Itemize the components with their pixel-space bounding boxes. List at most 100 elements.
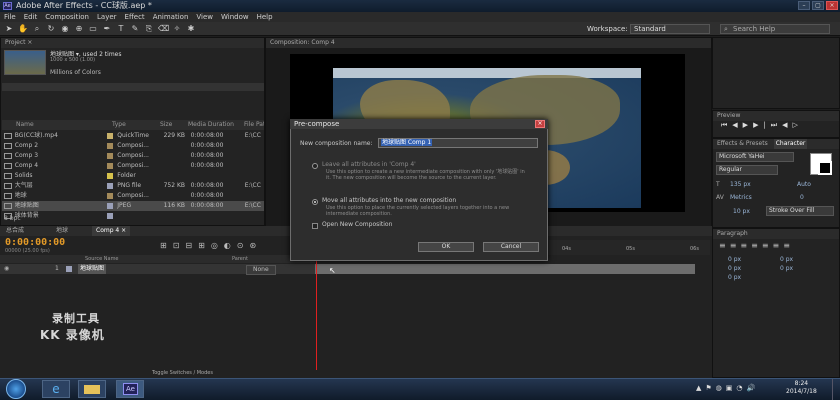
kerning-value[interactable]: Metrics <box>730 194 752 201</box>
timeline-switches[interactable]: ⊞⊡⊟⊞◎◐⊙⊛ <box>160 241 310 251</box>
rectangle-tool-icon[interactable]: ▭ <box>88 24 98 34</box>
workspace-select[interactable]: Standard <box>630 24 710 34</box>
timeline-tab-earth[interactable]: 地球 <box>52 226 72 236</box>
project-tab[interactable]: Project × <box>1 38 264 48</box>
ok-button[interactable]: OK <box>418 242 474 252</box>
item-label-color[interactable] <box>107 153 114 159</box>
layer-name[interactable]: 地球贴图 <box>78 264 107 274</box>
brush-tool-icon[interactable]: ✎ <box>130 24 140 34</box>
project-item-row[interactable]: Solids Folder <box>2 171 264 181</box>
layer-label-color[interactable] <box>66 266 72 272</box>
move-attributes-label[interactable]: Move all attributes into the new composi… <box>322 197 456 204</box>
item-label-color[interactable] <box>107 193 114 199</box>
pen-tool-icon[interactable]: ✒ <box>102 24 112 34</box>
stroke-width-value[interactable]: 10 px <box>733 208 750 215</box>
first-indent-value[interactable]: 0 px <box>728 274 741 281</box>
menu-effect[interactable]: Effect <box>125 12 145 22</box>
search-help-input[interactable]: Search Help <box>720 24 830 34</box>
item-label-color[interactable] <box>107 133 114 139</box>
col-media-duration[interactable]: Media Duration <box>188 120 244 130</box>
taskbar-explorer-icon[interactable] <box>78 380 106 398</box>
menu-edit[interactable]: Edit <box>24 12 38 22</box>
current-time-indicator[interactable] <box>316 255 317 370</box>
dialog-close-button[interactable]: × <box>535 120 545 128</box>
item-label-color[interactable] <box>107 163 114 169</box>
layer-parent-select[interactable]: None <box>246 265 276 275</box>
alignment-buttons[interactable]: ≡≡≡≡≡≡≡ <box>713 239 839 252</box>
open-new-composition-label[interactable]: Open New Composition <box>322 221 392 228</box>
open-new-composition-checkbox[interactable] <box>312 223 318 229</box>
cancel-button[interactable]: Cancel <box>483 242 539 252</box>
layer-row[interactable]: ◉ 1 地球贴图 None <box>0 264 315 275</box>
col-parent[interactable]: Parent <box>232 255 248 263</box>
zoom-tool-icon[interactable]: ⌕ <box>32 24 42 34</box>
leave-attributes-label[interactable]: Leave all attributes in 'Comp 4' <box>322 161 416 168</box>
paragraph-tab[interactable]: Paragraph <box>713 229 839 239</box>
taskbar-aftereffects-button[interactable]: Ae <box>116 380 144 398</box>
rotate-tool-icon[interactable]: ↻ <box>46 24 56 34</box>
item-label-color[interactable] <box>107 143 114 149</box>
col-name[interactable]: Name <box>2 120 112 130</box>
indent-right-value[interactable]: 0 px <box>780 256 793 263</box>
stroke-mode-select[interactable]: Stroke Over Fill <box>766 206 834 216</box>
project-item-row[interactable]: 地球贴图 JPEG 116 KB 0:00:08:00 E:\CC <box>2 201 264 211</box>
menu-composition[interactable]: Composition <box>45 12 89 22</box>
clone-stamp-tool-icon[interactable]: ⎘ <box>144 24 154 34</box>
menu-view[interactable]: View <box>196 12 213 22</box>
show-desktop-button[interactable] <box>832 379 840 400</box>
character-tab[interactable]: Character <box>773 139 808 149</box>
project-item-row[interactable]: 地球 Composi... 0:00:08:00 <box>2 191 264 201</box>
minimize-button[interactable]: – <box>798 1 810 10</box>
leave-attributes-radio[interactable] <box>312 163 318 169</box>
layer-track-bar[interactable] <box>315 264 695 274</box>
project-item-row[interactable]: Comp 4 Composi... 0:00:08:00 <box>2 161 264 171</box>
camera-tool-icon[interactable]: ◉ <box>60 24 70 34</box>
col-source-name[interactable]: Source Name <box>85 255 119 263</box>
stroke-color-swatch[interactable] <box>818 161 832 175</box>
composition-name-input[interactable]: 地球贴图 Comp 1 <box>378 138 538 148</box>
project-item-row[interactable]: 大气层 PNG file 752 KB 0:00:08:00 E:\CC <box>2 181 264 191</box>
project-search-bar[interactable] <box>2 83 264 91</box>
effects-presets-tab[interactable]: Effects & Presets <box>717 139 768 149</box>
project-item-row[interactable]: 球体背景 <box>2 211 264 221</box>
tracking-value[interactable]: 0 <box>800 194 804 201</box>
composition-tab[interactable]: Composition: Comp 4 <box>266 38 711 48</box>
visibility-eye-icon[interactable]: ◉ <box>4 264 9 274</box>
item-label-color[interactable] <box>107 203 114 209</box>
project-item-row[interactable]: BG(CC球).mp4 QuickTime 229 KB 0:00:08:00 E:\C… <box>2 131 264 141</box>
preview-controls[interactable]: ⏮◀▶▶|⏭◀▷ <box>713 121 839 130</box>
toggle-switches-modes[interactable]: Toggle Switches / Modes <box>152 370 213 376</box>
roto-brush-tool-icon[interactable]: ✧ <box>172 24 182 34</box>
maximize-button[interactable]: ▢ <box>812 1 824 10</box>
col-type[interactable]: Type <box>112 120 160 130</box>
indent-left-value[interactable]: 0 px <box>728 256 741 263</box>
timeline-tab-comp4[interactable]: Comp 4 × <box>92 226 131 236</box>
item-label-color[interactable] <box>107 183 114 189</box>
project-item-row[interactable]: Comp 2 Composi... 0:00:08:00 <box>2 141 264 151</box>
col-size[interactable]: Size <box>160 120 188 130</box>
space-before-value[interactable]: 0 px <box>728 265 741 272</box>
menu-file[interactable]: File <box>4 12 16 22</box>
type-tool-icon[interactable]: T <box>116 24 126 34</box>
timeline-tab-main[interactable]: 总合成 <box>2 226 28 236</box>
taskbar-clock[interactable]: 8:24 2014/7/18 <box>786 380 817 396</box>
system-tray-icons[interactable]: ▲⚑◍▣◔🔊 <box>696 384 782 394</box>
puppet-tool-icon[interactable]: ✱ <box>186 24 196 34</box>
bit-depth-indicator[interactable]: 8 bpc <box>4 215 21 222</box>
preview-tab[interactable]: Preview <box>713 111 839 121</box>
menu-layer[interactable]: Layer <box>97 12 117 22</box>
font-family-select[interactable]: Microsoft YaHei <box>716 152 794 162</box>
space-after-value[interactable]: 0 px <box>780 265 793 272</box>
start-button[interactable] <box>6 379 26 399</box>
selection-tool-icon[interactable]: ➤ <box>4 24 14 34</box>
col-file-path[interactable]: File Path <box>244 120 264 130</box>
menu-help[interactable]: Help <box>257 12 273 22</box>
item-label-color[interactable] <box>107 173 114 179</box>
hand-tool-icon[interactable]: ✋ <box>18 24 28 34</box>
taskbar-ie-icon[interactable]: e <box>42 380 70 398</box>
current-timecode[interactable]: 0:00:00:00 <box>5 237 65 248</box>
eraser-tool-icon[interactable]: ⌫ <box>158 24 169 34</box>
project-item-row[interactable]: Comp 3 Composi... 0:00:08:00 <box>2 151 264 161</box>
pan-behind-tool-icon[interactable]: ⊕ <box>74 24 84 34</box>
menu-animation[interactable]: Animation <box>153 12 189 22</box>
